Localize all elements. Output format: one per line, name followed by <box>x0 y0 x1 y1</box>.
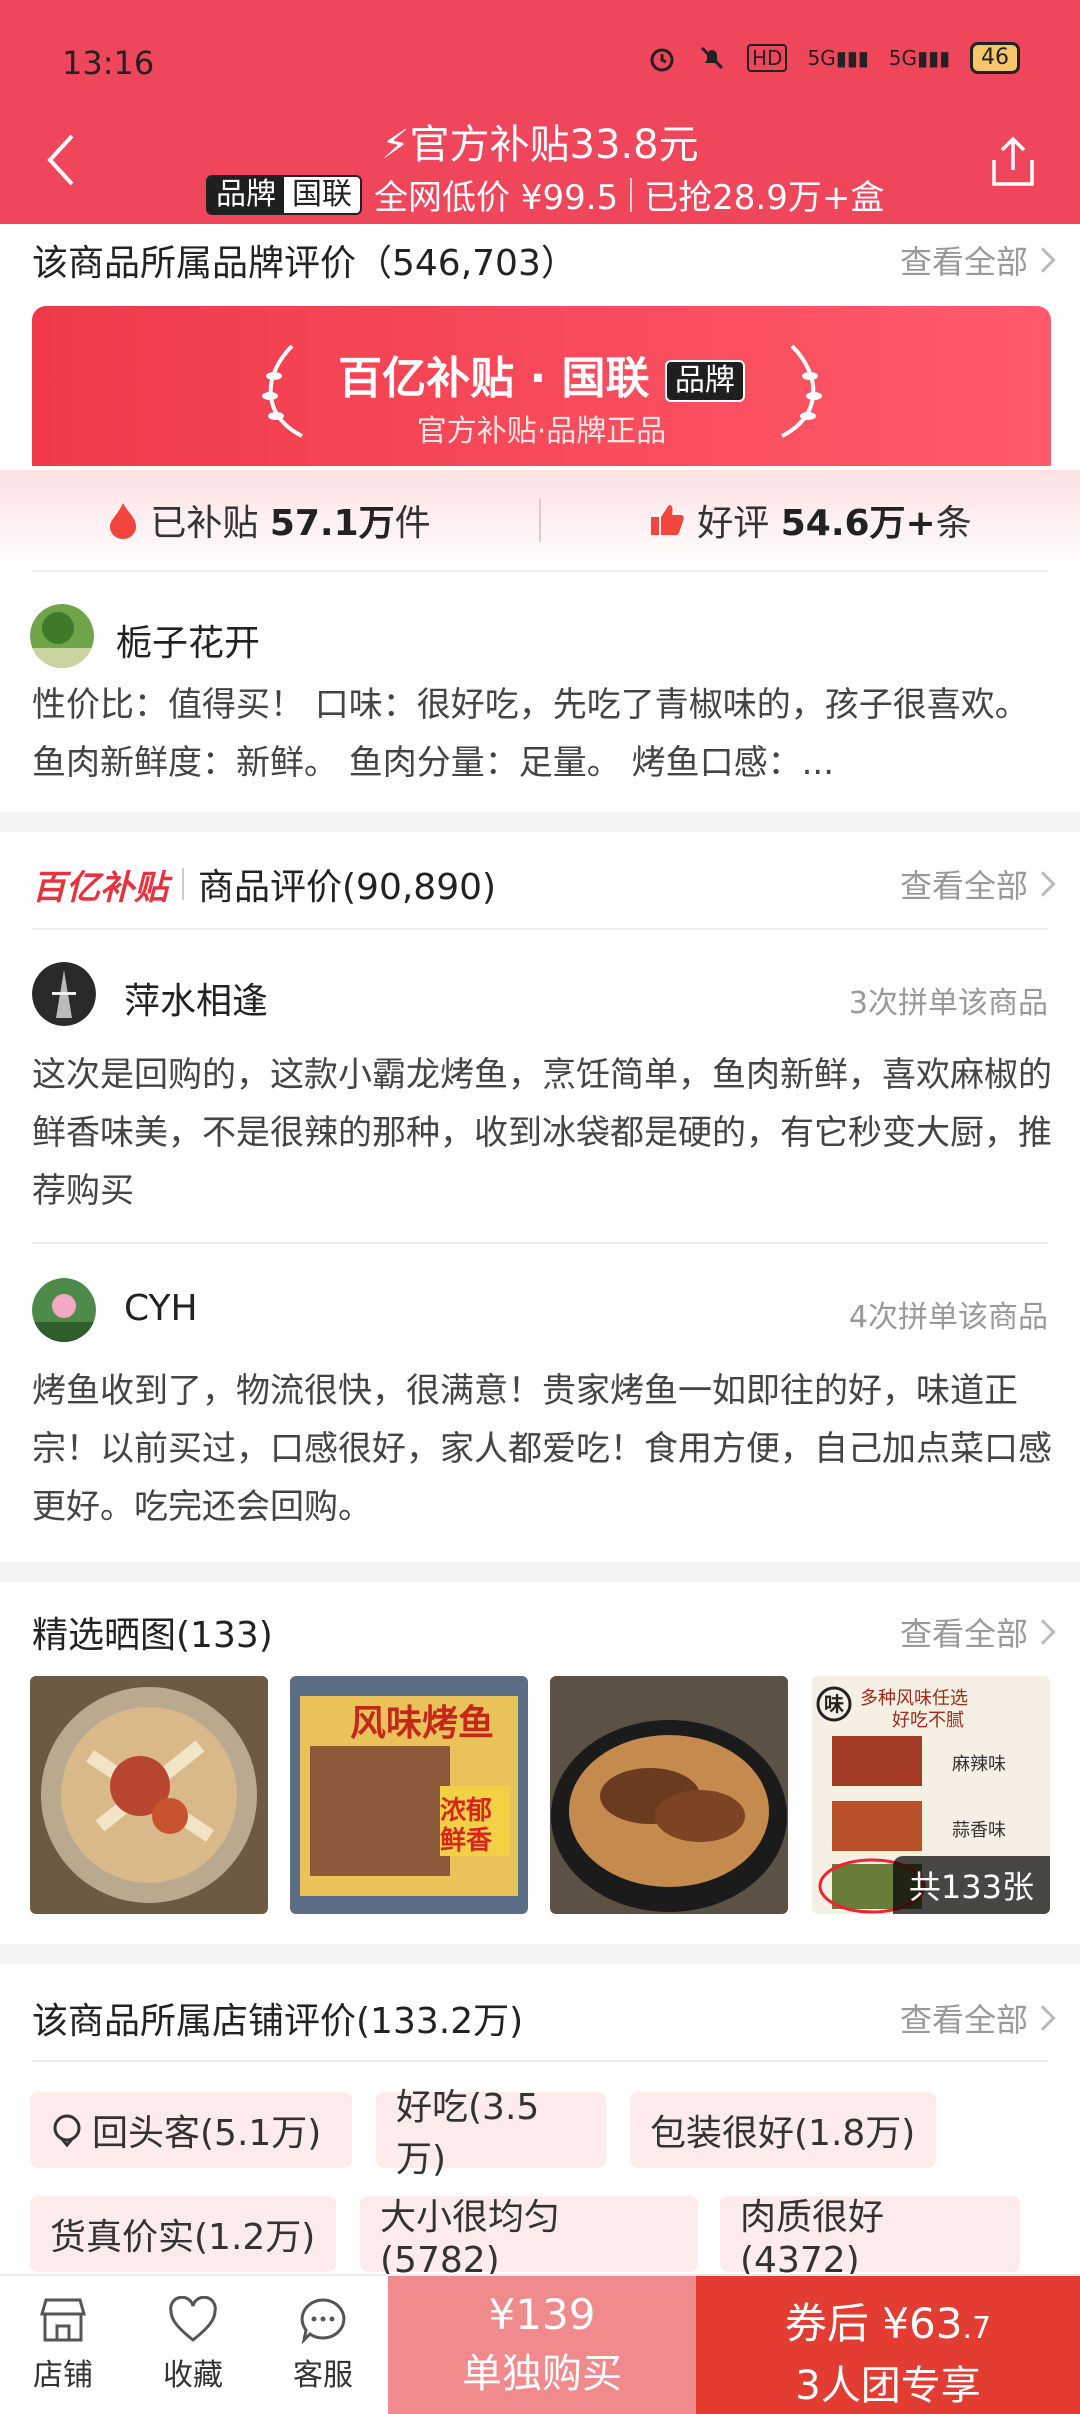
flavor-line-3: 麻辣味 <box>952 1754 1006 1775</box>
shop-button[interactable]: 店铺 <box>8 2276 118 2414</box>
favorite-button[interactable]: 收藏 <box>138 2276 248 2414</box>
photo-count-badge: 共133张 <box>892 1856 1050 1914</box>
brand-stats: 已补贴 57.1万件 好评 54.6万+条 <box>0 470 1080 570</box>
photos-see-all-link[interactable]: 查看全部 <box>900 1609 1056 1655</box>
subsidy-logo: 百亿补贴 <box>32 867 168 908</box>
photo-thumbnail-4[interactable]: 味 多种风味任选 好吃不腻 麻辣味 蒜香味 共133张 <box>812 1676 1050 1914</box>
status-icons: HD 5G▮▮▮ 5G▮▮▮ 46 <box>647 42 1020 74</box>
returning-customer-icon <box>53 2114 81 2147</box>
review-tag-chip[interactable]: 肉质很好(4372) <box>720 2196 1020 2281</box>
fish-dish-image <box>30 1676 268 1914</box>
flavor-line-2: 好吃不腻 <box>892 1710 964 1731</box>
banner-brand-pill: 品牌 <box>664 360 745 402</box>
reviewer-name: 栀子花开 <box>116 623 261 664</box>
divider <box>32 2060 1048 2062</box>
signal-2: 5G▮▮▮ <box>888 46 950 70</box>
status-time: 13:16 <box>62 44 155 82</box>
store-review-header: 该商品所属店铺评价(133.2万) 查看全部 <box>32 1992 1056 2044</box>
review-tag-chip[interactable]: 回头客(5.1万) <box>30 2092 352 2168</box>
group-buy-button[interactable]: 券后 ¥63.7 3人团专享 <box>696 2276 1080 2414</box>
section-gap <box>0 812 1080 832</box>
battery-indicator: 46 <box>970 42 1020 74</box>
photos-title: 精选晒图(133) <box>32 1615 273 1656</box>
cooked-fish-image <box>550 1676 788 1914</box>
photo-thumbnail-2[interactable]: 风味烤鱼 浓郁鲜香 <box>290 1676 528 1914</box>
photo-thumbnail-3[interactable] <box>550 1676 788 1914</box>
chevron-right-icon <box>1030 1619 1056 1645</box>
brand-tag: 品牌 国联 <box>206 174 362 215</box>
customer-service-button[interactable]: 客服 <box>268 2276 378 2414</box>
shop-icon <box>40 2298 86 2342</box>
banner-subtitle: 官方补贴·品牌正品 <box>416 414 667 449</box>
review-text[interactable]: 性价比：值得买！ 口味：很好吃，先吃了青椒味的，孩子很喜欢。 鱼肉新鲜度：新鲜。… <box>32 676 1052 792</box>
review-text[interactable]: 这次是回购的，这款小霸龙烤鱼，烹饪简单，鱼肉新鲜，喜欢麻椒的鲜香味美，不是很辣的… <box>32 1046 1052 1220</box>
lightning-icon: ⚡ <box>381 122 410 168</box>
divider <box>32 570 1048 572</box>
product-review-title: 商品评价(90,890) <box>198 867 497 908</box>
flavor-badge: 味 <box>824 1692 844 1716</box>
store-see-all-link[interactable]: 查看全部 <box>900 1995 1056 2041</box>
chevron-right-icon <box>1030 247 1056 273</box>
flavor-line-4: 蒜香味 <box>952 1820 1006 1841</box>
product-review-header: 百亿补贴 商品评价(90,890) 查看全部 <box>32 858 1056 910</box>
photo-thumbnail-1[interactable] <box>30 1676 268 1914</box>
subsidy-banner: 百亿补贴 · 国联 品牌 官方补贴·品牌正品 <box>32 306 1051 466</box>
store-review-title: 该商品所属店铺评价(133.2万) <box>32 2001 524 2042</box>
top-header: 13:16 HD 5G▮▮▮ 5G▮▮▮ 46 ⚡官方补贴33.8元 品牌 国联… <box>0 0 1080 224</box>
divider <box>32 1242 1048 1244</box>
thumbs-up-icon <box>651 505 684 535</box>
chat-icon <box>300 2298 346 2344</box>
banner-title: 百亿补贴 · 国联 品牌 <box>32 342 1051 406</box>
purchase-count: 4次拼单该商品 <box>848 1300 1048 1335</box>
review-tag-chip[interactable]: 包装很好(1.8万) <box>630 2092 936 2168</box>
review-text[interactable]: 烤鱼收到了，物流很快，很满意！贵家烤鱼一如即往的好，味道正宗！以前买过，口感很好… <box>32 1362 1052 1536</box>
package-title: 风味烤鱼 <box>350 1703 495 1744</box>
low-price-text: 全网低价 ¥99.5 <box>374 178 619 218</box>
avatar[interactable] <box>32 962 96 1026</box>
purchase-count: 3次拼单该商品 <box>848 986 1048 1021</box>
review-tag-chip[interactable]: 大小很均匀(5782) <box>360 2196 698 2281</box>
brand-see-all-link[interactable]: 查看全部 <box>900 237 1056 283</box>
chevron-right-icon <box>1030 871 1056 897</box>
chevron-right-icon <box>1030 2005 1056 2031</box>
package-tag: 浓郁鲜香 <box>440 1796 493 1856</box>
good-review-count: 好评 54.6万+条 <box>541 494 1080 546</box>
section-gap <box>0 1944 1080 1964</box>
heart-icon <box>169 2296 217 2342</box>
reviewer-name: CYH <box>124 1288 198 1329</box>
avatar[interactable] <box>30 604 94 668</box>
reviewer-name: 萍水相逢 <box>124 981 269 1022</box>
review-tag-chip[interactable]: 货真价实(1.2万) <box>30 2196 336 2272</box>
divider <box>630 177 633 212</box>
divider <box>182 868 184 900</box>
mute-bell-icon <box>700 46 724 70</box>
signal-1: 5G▮▮▮ <box>807 46 869 70</box>
divider <box>32 928 1048 930</box>
bottom-action-bar: 店铺 收藏 客服 ¥139 单独购买 券后 ¥63.7 3人团专享 <box>0 2274 1080 2414</box>
subsidy-title: ⚡官方补贴33.8元 <box>381 122 699 168</box>
sold-count: 已抢28.9万+盒 <box>644 178 885 218</box>
brand-review-title: 该商品所属品牌评价（546,703） <box>32 243 577 284</box>
hd-badge: HD <box>747 44 788 72</box>
alarm-icon <box>650 48 674 72</box>
section-gap <box>0 1562 1080 1582</box>
avatar[interactable] <box>32 1278 96 1342</box>
product-see-all-link[interactable]: 查看全部 <box>900 861 1056 907</box>
brand-review-header: 该商品所属品牌评价（546,703） 查看全部 <box>32 234 1056 286</box>
photos-header: 精选晒图(133) 查看全部 <box>32 1606 1056 1658</box>
subsidy-subtitle: 品牌 国联 全网低价 ¥99.5 已抢28.9万+盒 <box>206 170 884 219</box>
fire-icon <box>110 503 137 539</box>
share-icon[interactable] <box>988 136 1038 190</box>
review-tag-chip[interactable]: 好吃(3.5万) <box>376 2087 606 2180</box>
subsidy-count: 已补贴 57.1万件 <box>0 494 539 546</box>
buy-alone-button[interactable]: ¥139 单独购买 <box>388 2276 696 2414</box>
